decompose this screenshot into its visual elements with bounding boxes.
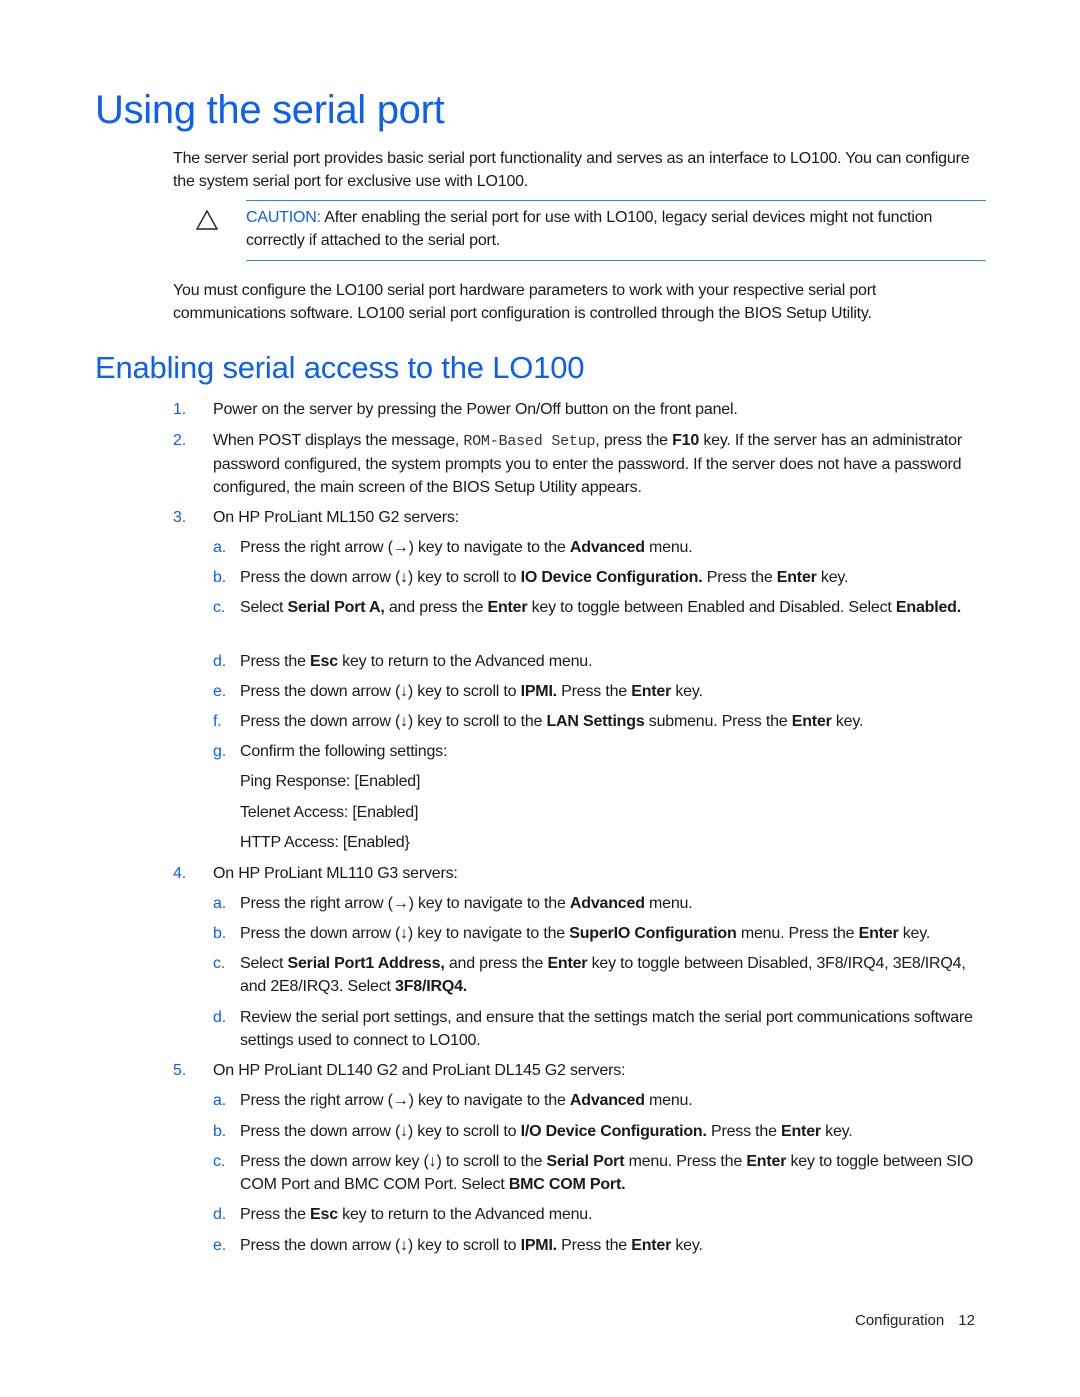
sub-step-text: Press the down arrow (↓) key to navigate… (240, 925, 931, 942)
step-text: When POST displays the message, ROM-Base… (213, 432, 963, 496)
sub-step-letter: c. (213, 1153, 226, 1170)
step-text: On HP ProLiant DL140 G2 and ProLiant DL1… (213, 1062, 626, 1079)
setting-line: Ping Response: [Enabled] (240, 773, 421, 790)
step-number: 4. (173, 865, 186, 882)
warning-triangle-icon (196, 210, 218, 230)
sub-step-text: Press the Esc key to return to the Advan… (240, 653, 593, 670)
sub-step-text: Press the down arrow key (↓) to scroll t… (240, 1153, 974, 1193)
page-title: Using the serial port (95, 88, 445, 132)
sub-step-text: Press the down arrow (↓) key to scroll t… (240, 683, 703, 700)
sub-step-text: Press the down arrow (↓) key to scroll t… (240, 1237, 703, 1254)
sub-step-letter: e. (213, 1237, 226, 1254)
config-paragraph: You must configure the LO100 serial port… (173, 282, 877, 322)
step-number: 2. (173, 432, 186, 449)
caution-note: CAUTION: After enabling the serial port … (246, 200, 986, 261)
sub-step-text: Press the right arrow (→) key to navigat… (240, 539, 693, 556)
step-number: 1. (173, 401, 186, 418)
sub-step-letter: b. (213, 569, 226, 586)
page-footer: Configuration 12 (855, 1312, 975, 1329)
sub-step-text: Press the right arrow (→) key to navigat… (240, 895, 693, 912)
step-number: 5. (173, 1062, 186, 1079)
footer-section: Configuration (855, 1312, 945, 1329)
sub-step-text: Select Serial Port1 Address, and press t… (240, 955, 966, 995)
sub-step-letter: e. (213, 683, 226, 700)
post-message-code: ROM-Based Setup (463, 433, 596, 450)
caution-text: After enabling the serial port for use w… (246, 209, 933, 249)
step-number: 3. (173, 509, 186, 526)
sub-step-text: Press the down arrow (↓) key to scroll t… (240, 713, 864, 730)
sub-step-letter: b. (213, 925, 226, 942)
sub-step-text: Press the down arrow (↓) key to scroll t… (240, 569, 849, 586)
sub-step-letter: b. (213, 1123, 226, 1140)
caution-label: CAUTION: (246, 209, 321, 226)
sub-step-text: Select Serial Port A, and press the Ente… (240, 599, 961, 616)
sub-step-text: Confirm the following settings: (240, 743, 448, 760)
intro-paragraph: The server serial port provides basic se… (173, 150, 970, 190)
sub-step-text: Press the down arrow (↓) key to scroll t… (240, 1123, 853, 1140)
setting-line: HTTP Access: [Enabled} (240, 834, 410, 851)
sub-step-letter: d. (213, 1206, 226, 1223)
sub-step-text: Press the Esc key to return to the Advan… (240, 1206, 593, 1223)
sub-step-letter: f. (213, 713, 222, 730)
sub-step-letter: d. (213, 653, 226, 670)
sub-step-text: Review the serial port settings, and ens… (240, 1009, 973, 1049)
step-text: On HP ProLiant ML150 G2 servers: (213, 509, 459, 526)
sub-step-letter: a. (213, 1092, 226, 1109)
sub-step-letter: c. (213, 599, 226, 616)
page-number: 12 (958, 1312, 975, 1329)
sub-step-letter: a. (213, 895, 226, 912)
sub-step-letter: c. (213, 955, 226, 972)
sub-step-letter: g. (213, 743, 226, 760)
sub-step-text: Press the right arrow (→) key to navigat… (240, 1092, 693, 1109)
step-text: On HP ProLiant ML110 G3 servers: (213, 865, 458, 882)
sub-step-letter: a. (213, 539, 226, 556)
section-heading: Enabling serial access to the LO100 (95, 350, 585, 385)
setting-line: Telenet Access: [Enabled] (240, 804, 419, 821)
sub-step-letter: d. (213, 1009, 226, 1026)
step-text: Power on the server by pressing the Powe… (213, 401, 738, 418)
